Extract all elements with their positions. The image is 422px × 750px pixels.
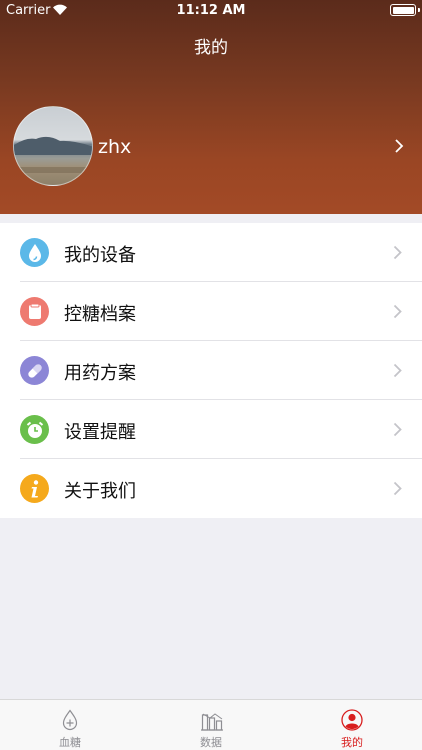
info-icon xyxy=(20,474,49,503)
status-bar: Carrier 11:12 AM xyxy=(0,0,422,22)
document-icon xyxy=(20,297,49,326)
chevron-right-icon xyxy=(393,422,402,437)
menu-item-set-reminder[interactable]: 设置提醒 xyxy=(0,400,422,459)
chevron-right-icon xyxy=(393,304,402,319)
chevron-right-icon xyxy=(393,363,402,378)
tab-mine[interactable]: 我的 xyxy=(282,700,422,750)
profile-header: Carrier 11:12 AM 我的 zhx xyxy=(0,0,422,214)
menu-item-label: 设置提醒 xyxy=(64,422,136,443)
tab-label: 血糖 xyxy=(59,736,81,749)
pill-icon xyxy=(20,356,49,385)
battery-tip xyxy=(418,8,420,12)
blood-drop-icon xyxy=(59,709,81,731)
menu-item-label: 用药方案 xyxy=(64,363,136,384)
tab-label: 数据 xyxy=(200,736,222,749)
profile-row[interactable]: zhx xyxy=(0,106,422,188)
chevron-right-icon xyxy=(393,481,402,496)
status-time: 11:12 AM xyxy=(176,3,246,18)
menu-item-label: 控糖档案 xyxy=(64,304,136,325)
alarm-clock-icon xyxy=(20,415,49,444)
chevron-right-icon xyxy=(393,245,402,260)
menu-item-sugar-archive[interactable]: 控糖档案 xyxy=(0,282,422,341)
chart-icon xyxy=(200,709,223,731)
user-icon xyxy=(341,709,363,731)
avatar[interactable] xyxy=(13,106,93,186)
menu-item-my-devices[interactable]: 我的设备 xyxy=(0,223,422,282)
battery-icon xyxy=(390,4,416,16)
tab-data[interactable]: 数据 xyxy=(141,700,281,750)
water-drop-icon xyxy=(20,238,49,267)
menu-item-label: 关于我们 xyxy=(64,481,136,502)
chevron-right-icon xyxy=(394,138,404,154)
menu-item-label: 我的设备 xyxy=(64,245,136,266)
page-title: 我的 xyxy=(194,38,228,58)
username: zhx xyxy=(98,136,132,158)
tab-bar: 血糖 数据 我的 xyxy=(0,699,422,750)
settings-menu: 我的设备 控糖档案 用药方案 设置提醒 关于我们 xyxy=(0,223,422,518)
tab-blood-sugar[interactable]: 血糖 xyxy=(0,700,140,750)
menu-item-medication-plan[interactable]: 用药方案 xyxy=(0,341,422,400)
tab-label: 我的 xyxy=(341,736,363,749)
menu-item-about-us[interactable]: 关于我们 xyxy=(0,459,422,518)
